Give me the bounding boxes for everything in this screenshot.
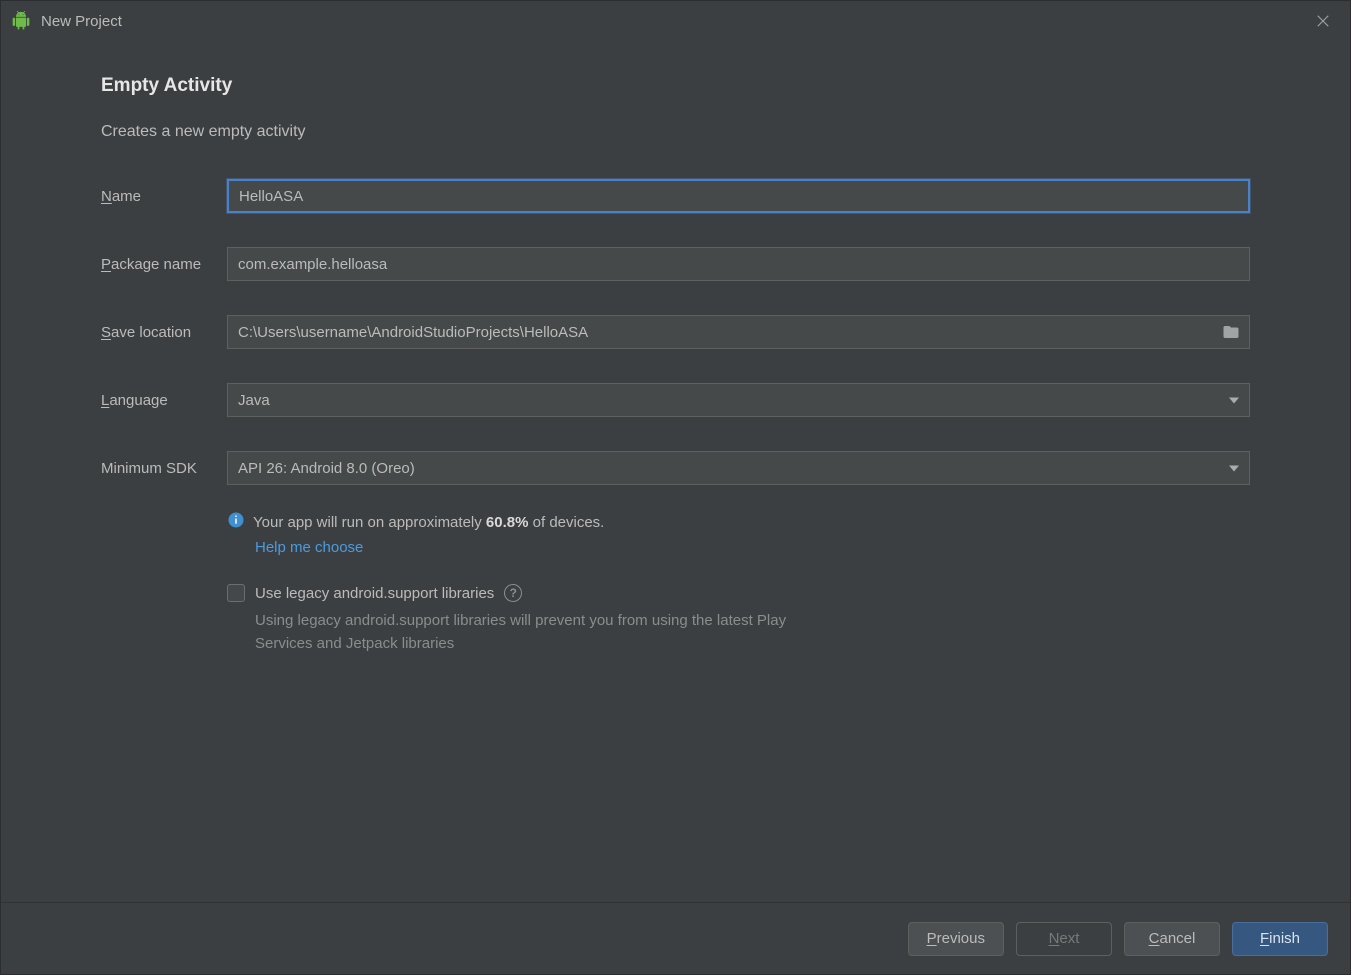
help-me-choose-link[interactable]: Help me choose [255,539,1250,556]
help-icon[interactable]: ? [504,584,522,602]
close-icon[interactable] [1306,4,1340,38]
row-package: Package name com.example.helloasa [101,247,1250,281]
coverage-text: Your app will run on approximately 60.8%… [253,514,604,531]
row-minimum-sdk: Minimum SDK API 26: Android 8.0 (Oreo) [101,451,1250,485]
name-input[interactable]: HelloASA [227,179,1250,213]
browse-folder-icon[interactable] [1220,323,1242,341]
finish-button[interactable]: Finish [1232,922,1328,956]
label-save-location: Save location [101,324,227,341]
android-icon [11,11,31,31]
legacy-description: Using legacy android.support libraries w… [255,610,815,655]
label-language: Language [101,392,227,409]
package-input[interactable]: com.example.helloasa [227,247,1250,281]
previous-button[interactable]: Previous [908,922,1004,956]
label-package: Package name [101,256,227,273]
page-heading: Empty Activity [101,75,1250,97]
page-subtitle: Creates a new empty activity [101,123,1250,141]
minimum-sdk-select[interactable]: API 26: Android 8.0 (Oreo) [227,451,1250,485]
dialog-title: New Project [41,13,122,30]
language-value: Java [238,392,270,409]
save-location-input[interactable]: C:\Users\username\AndroidStudioProjects\… [227,315,1250,349]
chevron-down-icon [1229,460,1239,477]
chevron-down-icon [1229,392,1239,409]
legacy-libraries-block: Use legacy android.support libraries ? U… [227,584,1250,655]
device-coverage-info: Your app will run on approximately 60.8%… [227,511,1250,556]
dialog-body: Empty Activity Creates a new empty activ… [1,41,1350,902]
legacy-checkbox[interactable] [227,584,245,602]
label-name: Name [101,188,227,205]
new-project-dialog: New Project Empty Activity Creates a new… [0,0,1351,975]
dialog-footer: Previous Next Cancel Finish [1,902,1350,974]
titlebar: New Project [1,1,1350,41]
minimum-sdk-value: API 26: Android 8.0 (Oreo) [238,460,415,477]
row-name: Name HelloASA [101,179,1250,213]
label-minimum-sdk: Minimum SDK [101,460,227,477]
cancel-button[interactable]: Cancel [1124,922,1220,956]
next-button: Next [1016,922,1112,956]
info-icon [227,511,245,533]
row-save-location: Save location C:\Users\username\AndroidS… [101,315,1250,349]
language-select[interactable]: Java [227,383,1250,417]
row-language: Language Java [101,383,1250,417]
legacy-checkbox-label: Use legacy android.support libraries [255,585,494,602]
